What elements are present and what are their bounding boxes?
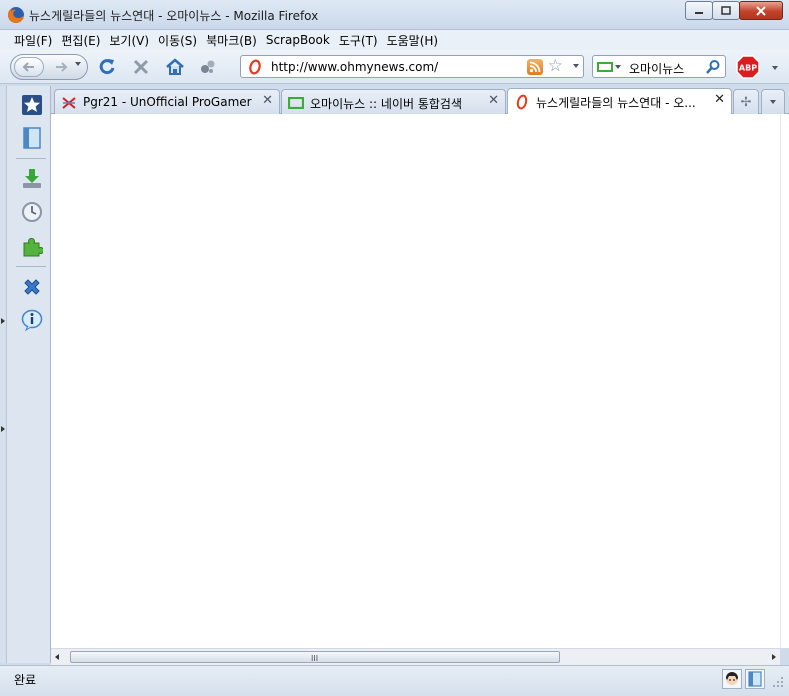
reload-icon xyxy=(99,59,115,75)
sidebar-bookmarks-button[interactable] xyxy=(20,93,44,117)
sidebar-addons-button[interactable] xyxy=(20,234,44,258)
forward-button[interactable] xyxy=(51,59,71,75)
home-icon xyxy=(166,58,184,75)
info-icon xyxy=(21,309,43,331)
content-edge xyxy=(780,114,789,648)
menu-go[interactable]: 이동(S) xyxy=(154,32,201,49)
puzzle-icon xyxy=(23,237,43,257)
sidebar-tools-button[interactable] xyxy=(20,275,44,299)
tab-label: 오마이뉴스 :: 네이버 통합검색 xyxy=(310,97,463,111)
horizontal-scrollbar[interactable]: III xyxy=(51,648,780,665)
scrollbar-thumb[interactable]: III xyxy=(70,651,560,663)
sidebar-panel-icon xyxy=(748,671,762,687)
firefox-icon xyxy=(8,7,24,23)
search-bar[interactable]: 오마이뉴스 xyxy=(592,55,726,78)
menu-scrapbook[interactable]: ScrapBook xyxy=(262,33,334,47)
adblock-label: ABP xyxy=(739,64,757,73)
star-bookmark-icon xyxy=(22,95,42,115)
ohmynews-favicon-icon xyxy=(514,94,530,110)
new-tab-button[interactable]: ✢ xyxy=(733,89,759,114)
status-avatar-button[interactable] xyxy=(722,669,742,689)
title-bar: 뉴스게릴라들의 뉴스연대 - 오마이뉴스 - Mozilla Firefox xyxy=(0,0,789,30)
sidebar-separator xyxy=(16,158,46,159)
search-icon[interactable] xyxy=(705,59,721,75)
forward-arrow-icon xyxy=(56,62,68,72)
search-input[interactable]: 오마이뉴스 xyxy=(629,60,684,77)
pgr21-favicon-icon xyxy=(61,95,77,111)
address-bar[interactable]: http://www.ohmynews.com/ ☆ xyxy=(240,55,584,78)
tab-bar: Pgr21 - UnOfficial ProGamer ... ✕ 오마이뉴스 … xyxy=(51,86,789,114)
tab-close-icon[interactable]: ✕ xyxy=(262,94,273,108)
tab-naver-search[interactable]: 오마이뉴스 :: 네이버 통합검색 ✕ xyxy=(281,89,506,114)
menu-tools[interactable]: 도구(T) xyxy=(335,32,382,49)
expand-arrow-icon[interactable] xyxy=(1,426,5,432)
tab-close-icon[interactable]: ✕ xyxy=(488,94,499,108)
resize-grip-icon[interactable] xyxy=(772,676,784,688)
all-tabs-dropdown-icon xyxy=(770,100,776,104)
reload-button[interactable] xyxy=(96,56,118,78)
bookmark-star-icon[interactable]: ☆ xyxy=(548,57,563,75)
scrollbar-grip: III xyxy=(311,654,319,663)
extension-button[interactable] xyxy=(197,56,219,78)
back-forward-group xyxy=(10,54,88,80)
new-tab-plus-icon: ✢ xyxy=(740,94,752,110)
stop-icon xyxy=(133,59,149,75)
menu-help[interactable]: 도움말(H) xyxy=(383,32,443,49)
menu-bar: 파일(F) 편집(E) 보기(V) 이동(S) 북마크(B) ScrapBook… xyxy=(0,30,789,50)
avatar-icon xyxy=(726,672,738,685)
back-arrow-icon xyxy=(22,62,34,72)
navigation-toolbar: http://www.ohmynews.com/ ☆ 오마이뉴스 ABP xyxy=(0,50,789,84)
tab-close-icon[interactable]: ✕ xyxy=(714,93,725,107)
naver-favicon-icon xyxy=(288,95,304,111)
adblock-dropdown-icon[interactable] xyxy=(772,66,778,70)
adblock-plus-icon[interactable]: ABP xyxy=(736,55,760,79)
menu-edit[interactable]: 편집(E) xyxy=(57,32,104,49)
download-icon xyxy=(23,169,41,188)
status-sidebar-button[interactable] xyxy=(745,669,765,689)
url-dropdown-icon[interactable] xyxy=(573,64,579,68)
url-text: http://www.ohmynews.com/ xyxy=(271,60,439,74)
menu-file[interactable]: 파일(F) xyxy=(10,32,56,49)
search-engine-icon[interactable] xyxy=(597,62,613,72)
close-button[interactable] xyxy=(739,1,783,20)
minimize-button[interactable] xyxy=(685,1,713,20)
search-engine-dropdown-icon[interactable] xyxy=(615,65,621,69)
molecule-icon xyxy=(201,60,215,73)
ohmynews-site-icon xyxy=(249,59,261,75)
page-content[interactable] xyxy=(51,114,780,648)
maximize-button[interactable] xyxy=(712,1,740,20)
status-text: 완료 xyxy=(14,673,37,687)
scroll-right-icon[interactable] xyxy=(772,654,776,660)
sidebar-splitter[interactable] xyxy=(0,86,7,663)
blue-cross-icon xyxy=(24,279,40,295)
tab-label: 뉴스게릴라들의 뉴스연대 - 오... xyxy=(536,96,696,110)
history-dropdown-icon[interactable] xyxy=(75,62,81,66)
rss-feed-icon[interactable] xyxy=(527,59,543,75)
sidebar-downloads-button[interactable] xyxy=(20,166,44,190)
tab-label: Pgr21 - UnOfficial ProGamer ... xyxy=(83,95,253,109)
window-controls xyxy=(685,1,783,20)
sidebar-panel-button[interactable] xyxy=(20,126,44,150)
home-button[interactable] xyxy=(164,56,186,78)
sidebar-panel-icon xyxy=(23,127,41,149)
status-bar: 완료 xyxy=(0,665,789,696)
close-icon xyxy=(756,5,766,16)
scroll-left-icon[interactable] xyxy=(55,654,59,660)
stop-button[interactable] xyxy=(130,56,152,78)
sidebar-history-button[interactable] xyxy=(20,200,44,224)
window-title: 뉴스게릴라들의 뉴스연대 - 오마이뉴스 - Mozilla Firefox xyxy=(29,9,319,23)
tab-ohmynews[interactable]: 뉴스게릴라들의 뉴스연대 - 오... ✕ xyxy=(507,88,732,114)
back-button[interactable] xyxy=(14,57,44,77)
minimize-icon xyxy=(695,11,703,14)
menu-view[interactable]: 보기(V) xyxy=(105,32,153,49)
clock-icon xyxy=(22,202,42,222)
maximize-icon xyxy=(721,6,731,15)
tab-pgr21[interactable]: Pgr21 - UnOfficial ProGamer ... ✕ xyxy=(54,89,280,114)
sidebar-toolbar xyxy=(7,86,51,663)
sidebar-info-button[interactable] xyxy=(20,308,44,332)
expand-arrow-icon[interactable] xyxy=(1,318,5,324)
all-tabs-button[interactable] xyxy=(761,89,785,114)
menu-bookmarks[interactable]: 북마크(B) xyxy=(202,32,261,49)
sidebar-separator xyxy=(16,266,46,267)
